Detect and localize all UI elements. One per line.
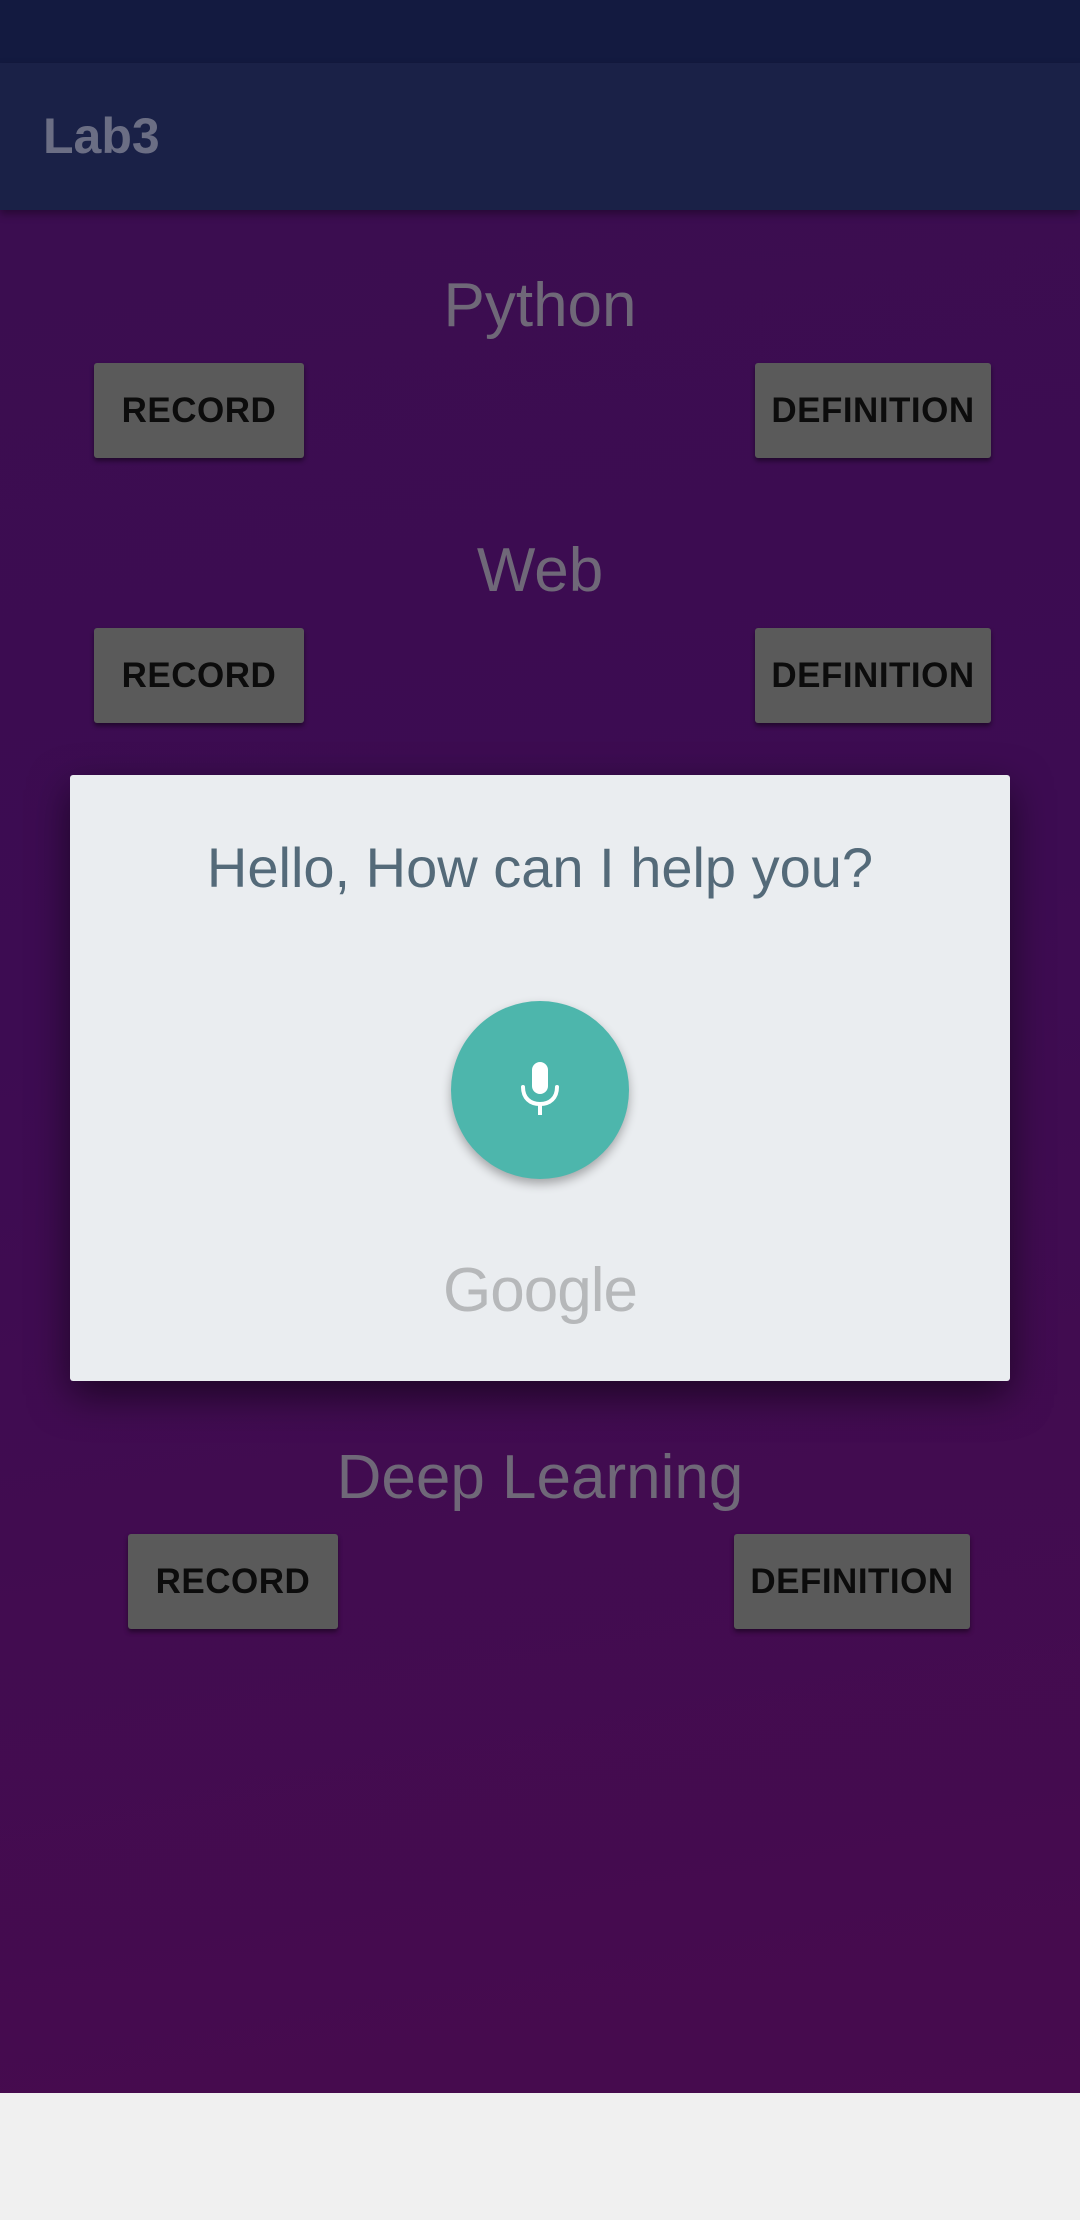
bottom-area [0, 2093, 1080, 2220]
web-record-button[interactable]: RECORD [94, 628, 304, 723]
app-title: Lab3 [43, 108, 160, 164]
web-definition-button[interactable]: DEFINITION [755, 628, 991, 723]
python-record-button[interactable]: RECORD [94, 363, 304, 458]
deep-learning-record-button[interactable]: RECORD [128, 1534, 338, 1629]
topic-title-python: Python [443, 271, 637, 340]
status-bar [0, 0, 1080, 63]
mic-button[interactable] [451, 1001, 629, 1179]
topic-title-deep-learning: Deep Learning [336, 1443, 744, 1512]
voice-search-dialog: Hello, How can I help you? Google [70, 775, 1010, 1381]
app-bar: Lab3 [0, 63, 1080, 210]
microphone-icon [521, 1062, 559, 1115]
dialog-prompt: Hello, How can I help you? [206, 836, 874, 899]
topic-title-web: Web [476, 536, 604, 605]
deep-learning-definition-button[interactable]: DEFINITION [734, 1534, 970, 1629]
google-logo: Google [443, 1256, 638, 1325]
python-definition-button[interactable]: DEFINITION [755, 363, 991, 458]
